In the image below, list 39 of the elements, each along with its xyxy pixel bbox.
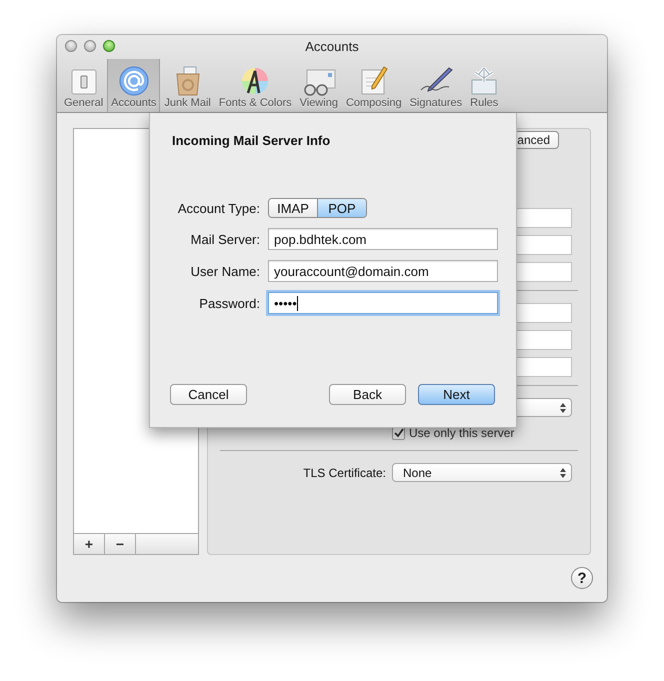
field-label: Mail Server: [190,232,260,246]
zoom-button[interactable] [103,40,115,52]
segment[interactable]: POP [317,199,366,217]
stepper-arrows-icon [560,402,566,412]
toolbar-tab[interactable]: Composing [342,58,406,112]
toolbar-tab[interactable]: Signatures [406,58,466,112]
dialog-button[interactable]: Next [418,384,495,405]
text-field[interactable]: pop.bdhtek.com [268,228,498,250]
toolbar-tab[interactable]: Viewing [296,58,342,112]
at-sign-icon [118,66,149,96]
arrows-envelope-icon [470,66,498,96]
field-label: TLS Certificate: [302,466,386,480]
close-button[interactable] [65,40,77,52]
toolbar-tab[interactable]: Accounts [107,58,160,112]
help-button[interactable]: ? [571,567,593,589]
toolbar-tab[interactable]: Junk Mail [160,58,215,112]
toolbar-tab[interactable]: General [60,58,108,112]
notepad-pencil-icon [360,66,388,96]
checkmark-icon [394,428,404,438]
text-field[interactable]: youraccount@domain.com [268,260,498,282]
stepper-arrows-icon [560,468,566,478]
add-button[interactable]: + [74,534,105,554]
remove-button[interactable]: − [105,534,136,554]
field-label: User Name: [190,264,260,278]
dialog-button[interactable]: Back [329,384,406,405]
popup-menu[interactable]: None [392,463,572,482]
sheet-title: Incoming Mail Server Info [172,133,332,148]
switch-icon [70,68,98,96]
field-label: Account Type: [176,200,260,216]
checkbox-label: Use only this server [409,426,514,440]
color-wheel-icon [240,66,270,96]
window-title: Accounts [305,39,359,54]
toolbar-tab[interactable]: Fonts & Colors [214,58,296,112]
minimize-button[interactable] [84,40,96,52]
toolbar-tab[interactable]: Rules [466,58,502,112]
dialog-button[interactable]: Cancel [170,384,247,405]
segment[interactable]: IMAP [269,199,317,217]
field-label: Password: [198,296,260,310]
text-field[interactable]: ••••• [268,292,498,314]
